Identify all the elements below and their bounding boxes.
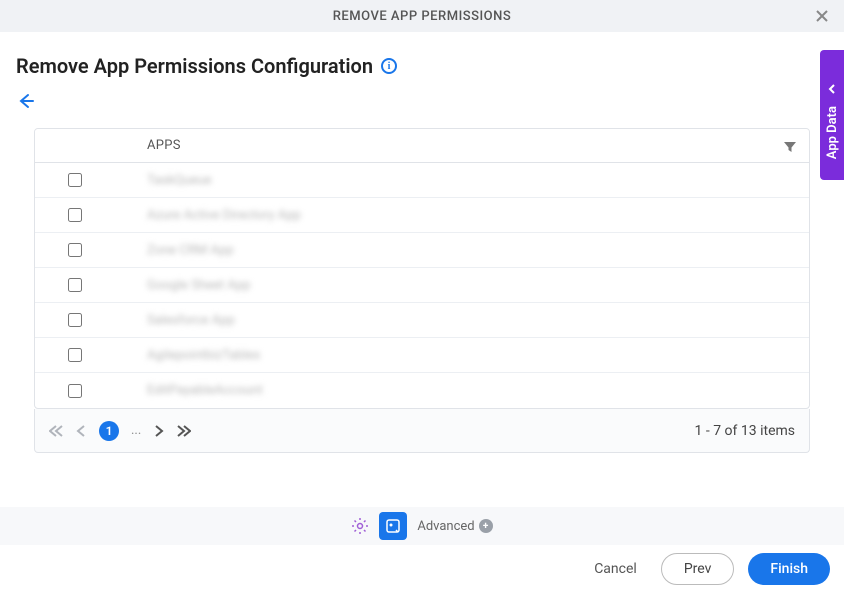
close-icon[interactable] [814, 8, 830, 24]
modal-title: REMOVE APP PERMISSIONS [0, 9, 844, 24]
pagination-summary: 1 - 7 of 13 items [695, 423, 795, 439]
info-icon[interactable]: i [381, 58, 397, 74]
table-row[interactable]: Salesforce App [35, 303, 809, 338]
next-page-icon[interactable] [153, 424, 165, 438]
row-checkbox[interactable] [68, 208, 82, 222]
filter-icon[interactable] [783, 139, 797, 153]
app-name-cell: Azure Active Directory App [115, 208, 301, 223]
apps-table: APPS TaskQueue Azure Active Directory App… [34, 128, 810, 409]
row-checkbox[interactable] [68, 384, 82, 398]
page-title: Remove App Permissions Configuration [16, 54, 373, 78]
row-checkbox[interactable] [68, 313, 82, 327]
prev-button[interactable]: Prev [661, 553, 735, 585]
side-tab-app-data[interactable]: App Data [820, 50, 844, 180]
first-page-icon[interactable] [49, 424, 63, 438]
page-number-current[interactable]: 1 [99, 421, 119, 441]
gear-icon[interactable] [351, 517, 369, 535]
table-row[interactable]: Google Sheet App [35, 268, 809, 303]
pagination-bar: 1 ... 1 - 7 of 13 items [34, 409, 810, 453]
app-name-cell: TaskQueue [115, 173, 211, 188]
prev-page-icon[interactable] [75, 424, 87, 438]
table-header-row: APPS [35, 129, 809, 163]
table-row[interactable]: TaskQueue [35, 163, 809, 198]
finish-button[interactable]: Finish [748, 553, 830, 585]
side-tab-label: App Data [825, 106, 840, 159]
last-page-icon[interactable] [177, 424, 191, 438]
column-header-apps[interactable]: APPS [115, 138, 181, 153]
app-name-cell: Salesforce App [115, 313, 235, 328]
row-checkbox[interactable] [68, 243, 82, 257]
row-checkbox[interactable] [68, 278, 82, 292]
plus-icon: + [479, 519, 493, 533]
table-row[interactable]: AgilepointbizTables [35, 338, 809, 373]
row-checkbox[interactable] [68, 173, 82, 187]
modal-header: REMOVE APP PERMISSIONS [0, 0, 844, 32]
table-row[interactable]: Azure Active Directory App [35, 198, 809, 233]
toolbar-bottom: Advanced + [0, 507, 844, 545]
app-name-cell: EditPayableAccount [115, 383, 263, 398]
advanced-chip-icon[interactable] [379, 512, 407, 540]
table-row[interactable]: EditPayableAccount [35, 373, 809, 408]
advanced-label[interactable]: Advanced + [417, 519, 492, 534]
cancel-button[interactable]: Cancel [584, 553, 647, 585]
action-bar: Cancel Prev Finish [0, 545, 844, 593]
app-name-cell: Zone CRM App [115, 243, 234, 258]
table-row[interactable]: Zone CRM App [35, 233, 809, 268]
back-arrow-icon[interactable] [16, 92, 34, 110]
app-name-cell: AgilepointbizTables [115, 348, 260, 363]
app-name-cell: Google Sheet App [115, 278, 251, 293]
advanced-text: Advanced [417, 519, 474, 534]
row-checkbox[interactable] [68, 348, 82, 362]
chevron-left-icon [827, 79, 837, 98]
page-ellipsis: ... [131, 423, 141, 438]
